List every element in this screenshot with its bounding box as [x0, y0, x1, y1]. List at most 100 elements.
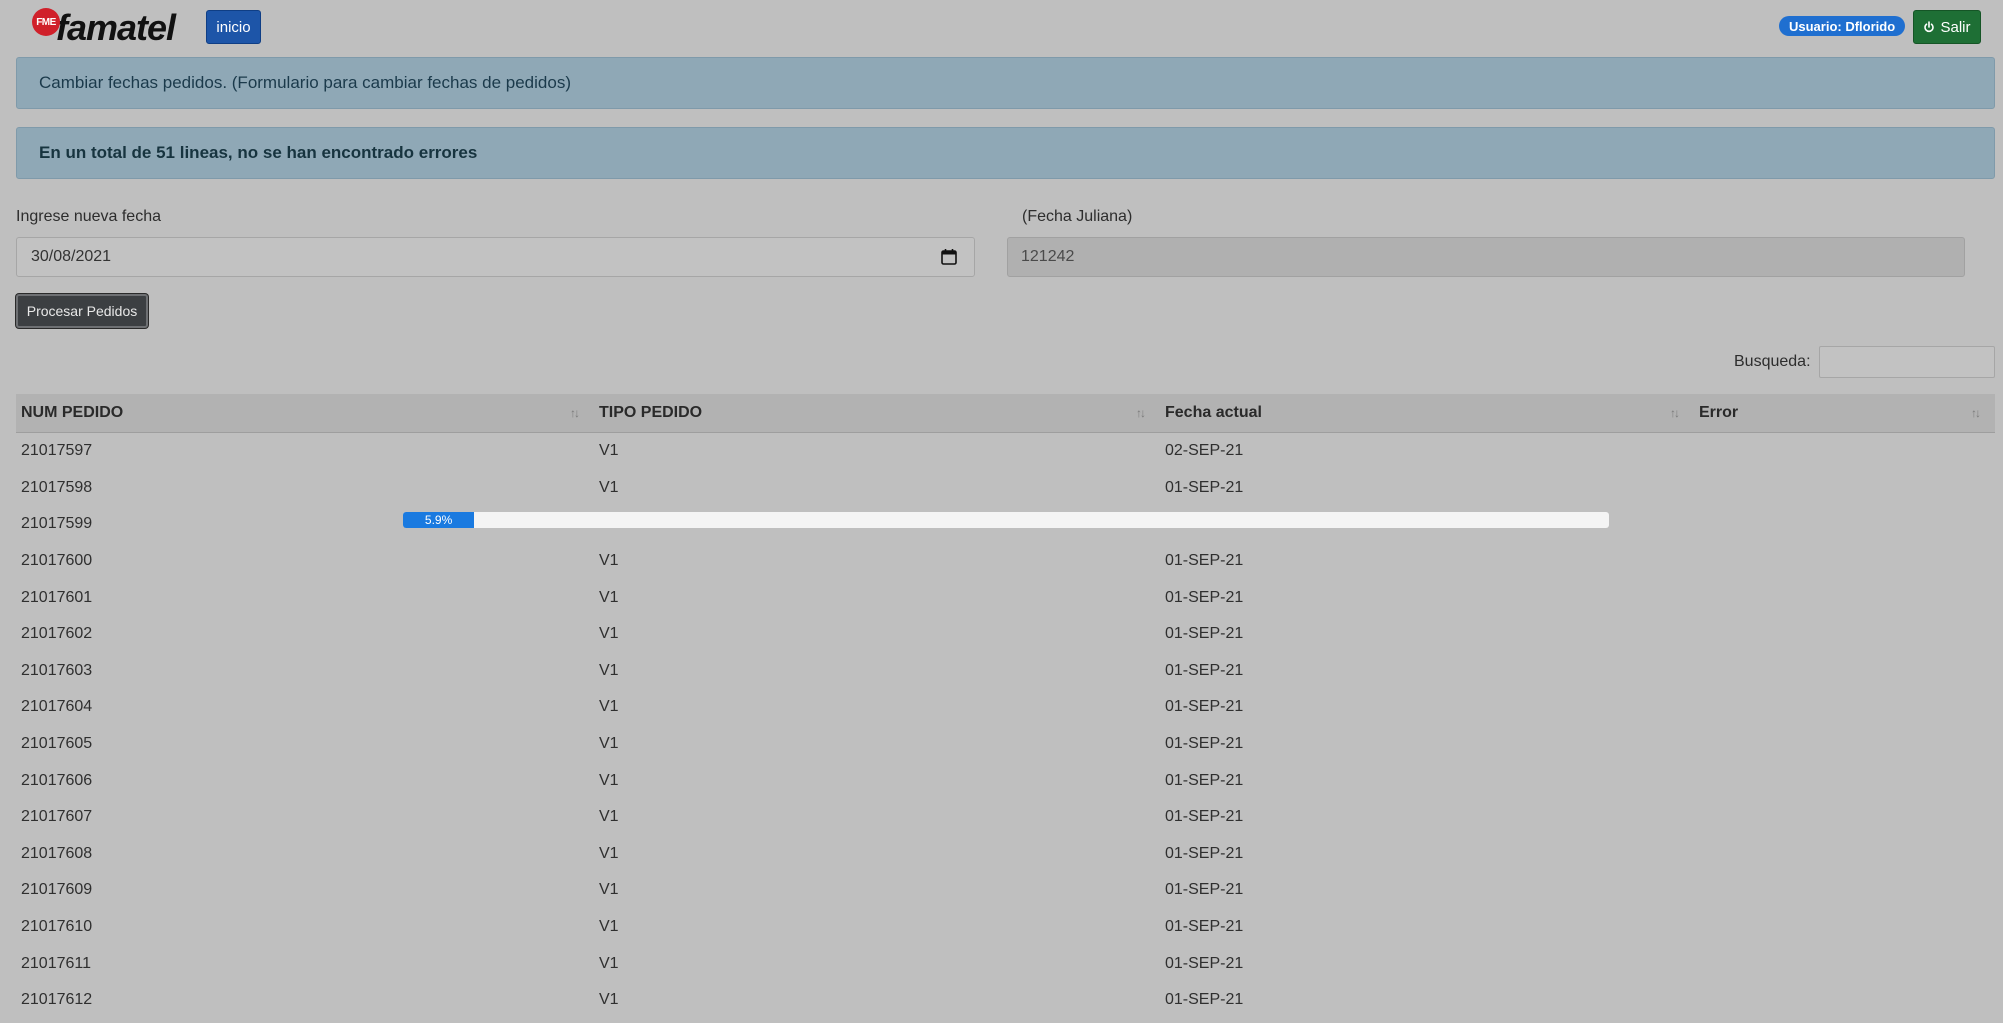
home-button[interactable]: inicio [206, 10, 261, 44]
sort-arrows-icon: ↑↓ [1971, 406, 1981, 420]
table-cell: V1 [599, 991, 619, 1009]
famatel-logo[interactable]: FME famatel [32, 7, 176, 48]
progress-fill: 5.9% [403, 512, 475, 528]
column-error[interactable]: Error ↑↓ [1694, 394, 1995, 432]
table-cell [1694, 470, 2000, 507]
table-cell: 21017606 [21, 771, 93, 789]
column-label: Error [1699, 404, 1739, 421]
table-cell: 01-SEP-21 [1165, 478, 1244, 496]
date-label: Ingrese nueva fecha [16, 208, 161, 225]
table-cell: 01-SEP-21 [1165, 881, 1244, 899]
julian-label: (Fecha Juliana) [1022, 208, 1133, 225]
table-row: 21017600 V1 01-SEP-21 [16, 543, 1995, 580]
logout-label: Salir [1940, 18, 1971, 36]
calendar-icon[interactable] [940, 248, 958, 266]
table-cell: 21017600 [21, 552, 93, 570]
search-input[interactable] [1819, 346, 1995, 378]
table-row: 21017606 V1 01-SEP-21 [16, 762, 1995, 799]
column-fecha-actual[interactable]: Fecha actual ↑↓ [1160, 394, 1694, 432]
table-row: 21017605 V1 01-SEP-21 [16, 726, 1995, 763]
table-cell: V1 [599, 808, 619, 826]
table-cell: 01-SEP-21 [1165, 552, 1244, 570]
column-label: Fecha actual [1165, 404, 1262, 421]
table-cell: 21017601 [21, 588, 93, 606]
table-cell: 21017610 [21, 918, 93, 936]
column-num-pedido[interactable]: NUM PEDIDO ↑↓ [16, 394, 594, 432]
table-cell: 01-SEP-21 [1165, 698, 1244, 716]
table-cell [1694, 616, 2000, 653]
result-message: En un total de 51 lineas, no se han enco… [39, 143, 478, 162]
table-row: 21017602 V1 01-SEP-21 [16, 616, 1995, 653]
table-cell: 21017604 [21, 698, 93, 716]
sort-arrows-icon: ↑↓ [1136, 406, 1146, 420]
table-cell [1694, 945, 2000, 982]
table-cell: V1 [599, 625, 619, 643]
table-cell: V1 [599, 442, 619, 460]
table-cell: 01-SEP-21 [1165, 918, 1244, 936]
table-row: 21017601 V1 01-SEP-21 [16, 579, 1995, 616]
table-cell [1694, 433, 2000, 470]
table-cell: 21017609 [21, 881, 93, 899]
table-cell [1694, 506, 2000, 543]
table-cell: V1 [599, 478, 619, 496]
table-cell: V1 [599, 918, 619, 936]
table-cell: V1 [599, 881, 619, 899]
table-row: 21017597 V1 02-SEP-21 [16, 433, 1995, 470]
table-cell: 21017602 [21, 625, 93, 643]
table-row: 21017607 V1 01-SEP-21 [16, 799, 1995, 836]
table-cell [1694, 726, 2000, 763]
table-row: 21017608 V1 01-SEP-21 [16, 836, 1995, 873]
table-cell: V1 [599, 588, 619, 606]
table-cell: 21017607 [21, 808, 93, 826]
table-cell: 01-SEP-21 [1165, 661, 1244, 679]
power-icon [1924, 21, 1935, 33]
logo-badge: FME [32, 8, 60, 36]
search-label: Busqueda: [1734, 353, 1811, 370]
table-cell: V1 [599, 698, 619, 716]
process-orders-button[interactable]: Procesar Pedidos [16, 294, 148, 328]
table-cell: 21017612 [21, 991, 93, 1009]
table-cell: 01-SEP-21 [1165, 844, 1244, 862]
table-cell [1694, 653, 2000, 690]
table-cell [1694, 872, 2000, 909]
result-alert: En un total de 51 lineas, no se han enco… [16, 127, 1995, 179]
table-header: NUM PEDIDO ↑↓ TIPO PEDIDO ↑↓ Fecha actua… [16, 394, 1995, 433]
table-cell [1694, 836, 2000, 873]
table-cell: 21017598 [21, 478, 93, 496]
table-row: 21017612 V1 01-SEP-21 [16, 982, 1995, 1019]
sort-arrows-icon: ↑↓ [1670, 406, 1680, 420]
column-label: NUM PEDIDO [21, 404, 124, 421]
table-cell: 01-SEP-21 [1165, 625, 1244, 643]
table-cell: 01-SEP-21 [1165, 588, 1244, 606]
logo-text: famatel [56, 7, 176, 48]
date-input[interactable]: 30/08/2021 [16, 237, 975, 277]
table-cell: 21017611 [21, 954, 91, 972]
table-cell [1694, 982, 2000, 1019]
table-cell [1694, 543, 2000, 580]
top-bar: FME famatel inicio Usuario: Dflorido Sal… [0, 0, 2003, 52]
table-cell [1694, 762, 2000, 799]
table-row: 21017609 V1 01-SEP-21 [16, 872, 1995, 909]
table-cell: V1 [599, 954, 619, 972]
julian-date-field: 121242 [1007, 237, 1965, 277]
table-cell: 01-SEP-21 [1165, 808, 1244, 826]
table-cell: 21017603 [21, 661, 93, 679]
logout-button[interactable]: Salir [1913, 10, 1981, 44]
column-tipo-pedido[interactable]: TIPO PEDIDO ↑↓ [594, 394, 1160, 432]
table-cell: 21017608 [21, 844, 93, 862]
table-cell: V1 [599, 735, 619, 753]
table-cell: 01-SEP-21 [1165, 954, 1244, 972]
table-cell: 21017597 [21, 442, 93, 460]
date-value: 30/08/2021 [31, 248, 112, 265]
table-cell: V1 [599, 661, 619, 679]
table-row: 21017610 V1 01-SEP-21 [16, 909, 1995, 946]
table-cell: 21017605 [21, 735, 93, 753]
progress-label: 5.9% [424, 513, 453, 527]
sort-arrows-icon: ↑↓ [570, 406, 580, 420]
table-cell: V1 [599, 771, 619, 789]
table-cell: V1 [599, 844, 619, 862]
table-cell: 01-SEP-21 [1165, 991, 1244, 1009]
table-cell: 01-SEP-21 [1165, 771, 1244, 789]
table-row: 21017603 V1 01-SEP-21 [16, 653, 1995, 690]
page-title: Cambiar fechas pedidos. (Formulario para… [39, 73, 571, 92]
